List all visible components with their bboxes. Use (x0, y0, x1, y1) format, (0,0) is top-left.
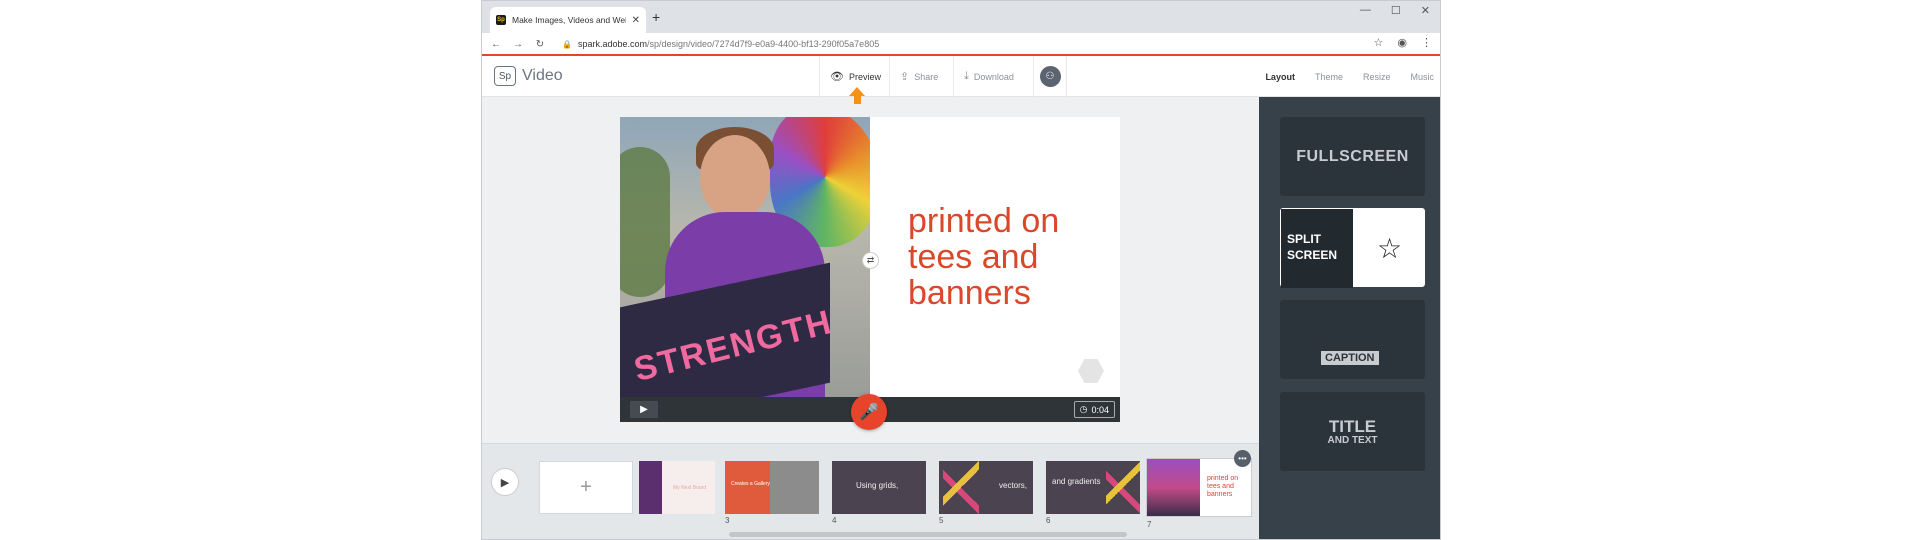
play-icon[interactable]: ▶ (630, 401, 658, 418)
browser-window: Sp Make Images, Videos and Web S ✕ + — ☐… (481, 0, 1441, 540)
slide-thumb[interactable]: and gradients (1046, 461, 1140, 514)
more-options-icon[interactable]: ••• (1234, 450, 1251, 467)
thumb-photo (1147, 459, 1200, 516)
slide-number: 7 (1147, 520, 1152, 529)
slide-thumb[interactable]: My Next Brand (639, 461, 715, 514)
thumb-graphic (943, 461, 979, 514)
clock-icon: ◷ (1079, 404, 1088, 414)
design-tabs: Layout Theme Resize Music (1265, 56, 1434, 97)
layout-split-screen[interactable]: SPLIT SCREEN ☆ (1280, 208, 1425, 288)
eye-icon: 👁 (830, 71, 844, 83)
photo-tree (620, 147, 670, 297)
tab-strip: Sp Make Images, Videos and Web S ✕ + — ☐… (482, 1, 1440, 33)
thumb-label: My Next Brand (673, 485, 707, 491)
download-label: Download (973, 71, 1014, 82)
browser-tab[interactable]: Sp Make Images, Videos and Web S ✕ (490, 7, 646, 33)
share-icon: ⇪ (900, 71, 910, 83)
browser-toolbar: ← → ↻ 🔒 spark.adobe.com/sp/design/video/… (482, 33, 1440, 55)
slide-photo[interactable]: STRENGTH (620, 117, 870, 397)
share-label: Share (914, 71, 939, 82)
layout-title-sublabel: AND TEXT (1327, 434, 1378, 446)
bookmark-star-icon[interactable]: ☆ (1374, 36, 1384, 49)
thumb-label: printed on tees and banners (1207, 475, 1239, 498)
photo-head (700, 135, 770, 220)
thumb-label: vectors, (999, 481, 1028, 490)
layout-split-label: SPLIT SCREEN (1281, 209, 1353, 288)
invite-collaborator-button[interactable]: ⚇ (1033, 56, 1067, 97)
lock-icon: 🔒 (562, 39, 572, 49)
tab-resize[interactable]: Resize (1363, 72, 1391, 82)
minimize-icon[interactable]: — (1360, 4, 1371, 17)
back-icon[interactable]: ← (488, 39, 504, 50)
microphone-record-button[interactable]: 🎤 (851, 394, 887, 430)
preview-label: Preview (848, 71, 881, 82)
thumb-label: Creates a Gallery (731, 481, 770, 487)
tab-close-icon[interactable]: ✕ (632, 15, 640, 26)
reload-icon[interactable]: ↻ (532, 39, 548, 50)
tab-layout[interactable]: Layout (1265, 72, 1295, 82)
forward-icon[interactable]: → (510, 39, 526, 50)
app-header: Sp Video 👁 Preview ⇪ Share ⤓ Download ⚇ … (482, 56, 1440, 97)
layout-title-label: TITLE (1328, 416, 1377, 436)
filmstrip-scrollbar[interactable] (729, 532, 1127, 537)
slide-number: 3 (725, 516, 730, 525)
toolbar-right: ☆ ◉ ⋮ (1374, 36, 1432, 49)
arrow-stem (854, 95, 861, 104)
tab-theme[interactable]: Theme (1315, 72, 1343, 82)
spark-video-logo[interactable]: Sp Video (494, 66, 563, 86)
star-icon: ☆ (1376, 233, 1403, 264)
thumb-graphic (1106, 461, 1140, 514)
share-button[interactable]: ⇪ Share (889, 56, 953, 97)
logo-text: Video (522, 67, 563, 84)
maximize-icon[interactable]: ☐ (1391, 4, 1401, 17)
slide-thumb[interactable]: Using grids, (832, 461, 926, 514)
add-slide-button[interactable]: + (539, 461, 633, 514)
filmstrip: ▶ + My Next Brand Creates a Gallery 3 Us… (482, 443, 1259, 539)
slide-thumb[interactable]: Creates a Gallery (725, 461, 819, 514)
slide-thumb-selected[interactable]: printed on tees and banners (1146, 458, 1252, 517)
slide-preview[interactable]: STRENGTH ⇄ printed on tees and banners (620, 117, 1120, 397)
tab-title: Make Images, Videos and Web S (512, 15, 626, 25)
slide-text[interactable]: printed on tees and banners (908, 203, 1108, 311)
slide-number: 6 (1046, 516, 1051, 525)
layout-fullscreen-label: FULLSCREEN (1296, 147, 1409, 165)
address-bar[interactable]: 🔒 spark.adobe.com/sp/design/video/7274d7… (562, 39, 879, 49)
download-icon: ⤓ (964, 70, 969, 82)
slide-number: 4 (832, 516, 837, 525)
slide-number: 5 (939, 516, 944, 525)
thumb-label: and gradients (1052, 477, 1101, 486)
window-controls: — ☐ ✕ (1360, 4, 1430, 17)
layout-fullscreen[interactable]: FULLSCREEN (1280, 117, 1425, 196)
slide-thumb[interactable]: vectors, (939, 461, 1033, 514)
duration-button[interactable]: ◷ 0:04 (1073, 401, 1115, 418)
new-tab-button[interactable]: + (652, 9, 660, 25)
editor-canvas: STRENGTH ⇄ printed on tees and banners ▶… (482, 97, 1259, 443)
close-window-icon[interactable]: ✕ (1421, 4, 1430, 17)
tab-music[interactable]: Music (1410, 72, 1434, 82)
url-path: /sp/design/video/7274d7f9-e0a9-4400-bf13… (647, 39, 880, 49)
layout-caption[interactable]: CAPTION (1280, 300, 1425, 379)
layout-panel: FULLSCREEN SPLIT SCREEN ☆ CAPTION TITLE … (1259, 97, 1440, 539)
url-host: spark.adobe.com (577, 39, 648, 49)
hex-badge-icon (1078, 359, 1104, 383)
spark-logo-icon: Sp (494, 66, 516, 86)
play-all-icon[interactable]: ▶ (491, 468, 519, 496)
spark-favicon-icon: Sp (496, 15, 506, 25)
profile-icon[interactable]: ◉ (1397, 36, 1407, 49)
layout-title-and-text[interactable]: TITLE AND TEXT (1280, 392, 1425, 471)
add-person-icon: ⚇ (1039, 66, 1061, 87)
thumb-label: Using grids, (856, 481, 899, 490)
layout-caption-label: CAPTION (1321, 351, 1379, 365)
swap-sides-icon[interactable]: ⇄ (862, 252, 879, 269)
menu-kebab-icon[interactable]: ⋮ (1421, 36, 1432, 49)
duration-label: 0:04 (1091, 404, 1109, 415)
download-button[interactable]: ⤓ Download (953, 56, 1033, 97)
